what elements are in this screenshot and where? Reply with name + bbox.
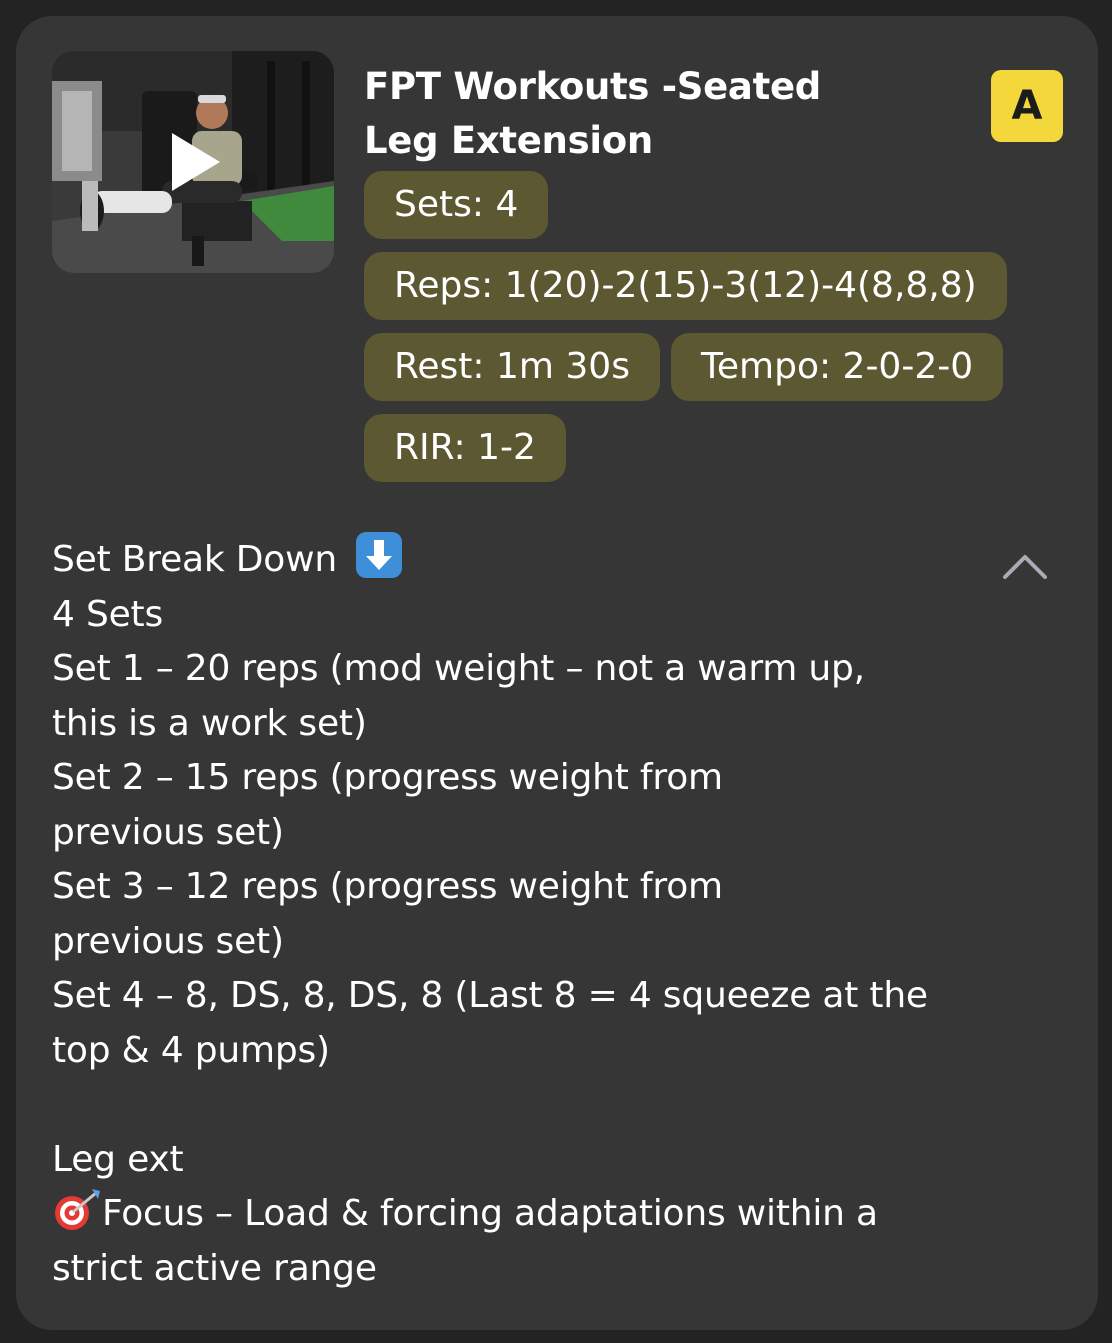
rest-chip: Rest: 1m 30s (364, 333, 660, 401)
superset-badge: A (991, 70, 1063, 142)
breakdown-line: Set 2 – 15 reps (progress weight from (52, 757, 723, 798)
arrow-down-emoji-icon (356, 532, 403, 578)
breakdown-line: top & 4 pumps) (52, 1029, 330, 1071)
breakdown-line: Set 3 – 12 reps (progress weight from (52, 866, 723, 907)
title-line-1: FPT Workouts -Seated (364, 65, 821, 108)
focus-text-line-1: Focus – Load & forcing adaptations withi… (102, 1193, 878, 1234)
set-breakdown-description: Set Break Down 4 Sets Set 1 – 20 reps (m… (52, 532, 1012, 1296)
breakdown-line: Set 1 – 20 reps (mod weight – not a warm… (52, 648, 865, 689)
breakdown-heading-row: Set Break Down (52, 532, 1012, 588)
gym-scene-image (52, 51, 334, 273)
exercise-title[interactable]: FPT Workouts -Seated Leg Extension (364, 60, 884, 168)
target-dart-emoji-icon (52, 1187, 102, 1233)
video-thumbnail[interactable] (52, 51, 334, 273)
section-title: Leg ext (52, 1138, 184, 1180)
breakdown-line: this is a work set) (52, 702, 367, 744)
focus-text-line-2: strict active range (52, 1247, 377, 1289)
breakdown-line: previous set) (52, 811, 284, 853)
exercise-card: FPT Workouts -Seated Leg Extension A Set… (16, 16, 1098, 1330)
breakdown-line: 4 Sets (52, 593, 164, 635)
title-line-2: Leg Extension (364, 119, 653, 162)
tempo-chip: Tempo: 2-0-2-0 (671, 333, 1004, 401)
reps-chip: Reps: 1(20)-2(15)-3(12)-4(8,8,8) (364, 252, 1007, 320)
breakdown-line: previous set) (52, 920, 284, 962)
breakdown-heading: Set Break Down (52, 539, 337, 580)
breakdown-line: Set 4 – 8, DS, 8, DS, 8 (Last 8 = 4 sque… (52, 975, 928, 1016)
rir-chip: RIR: 1-2 (364, 414, 566, 482)
focus-row: Focus – Load & forcing adaptations withi… (52, 1187, 1012, 1242)
sets-chip: Sets: 4 (364, 171, 549, 239)
